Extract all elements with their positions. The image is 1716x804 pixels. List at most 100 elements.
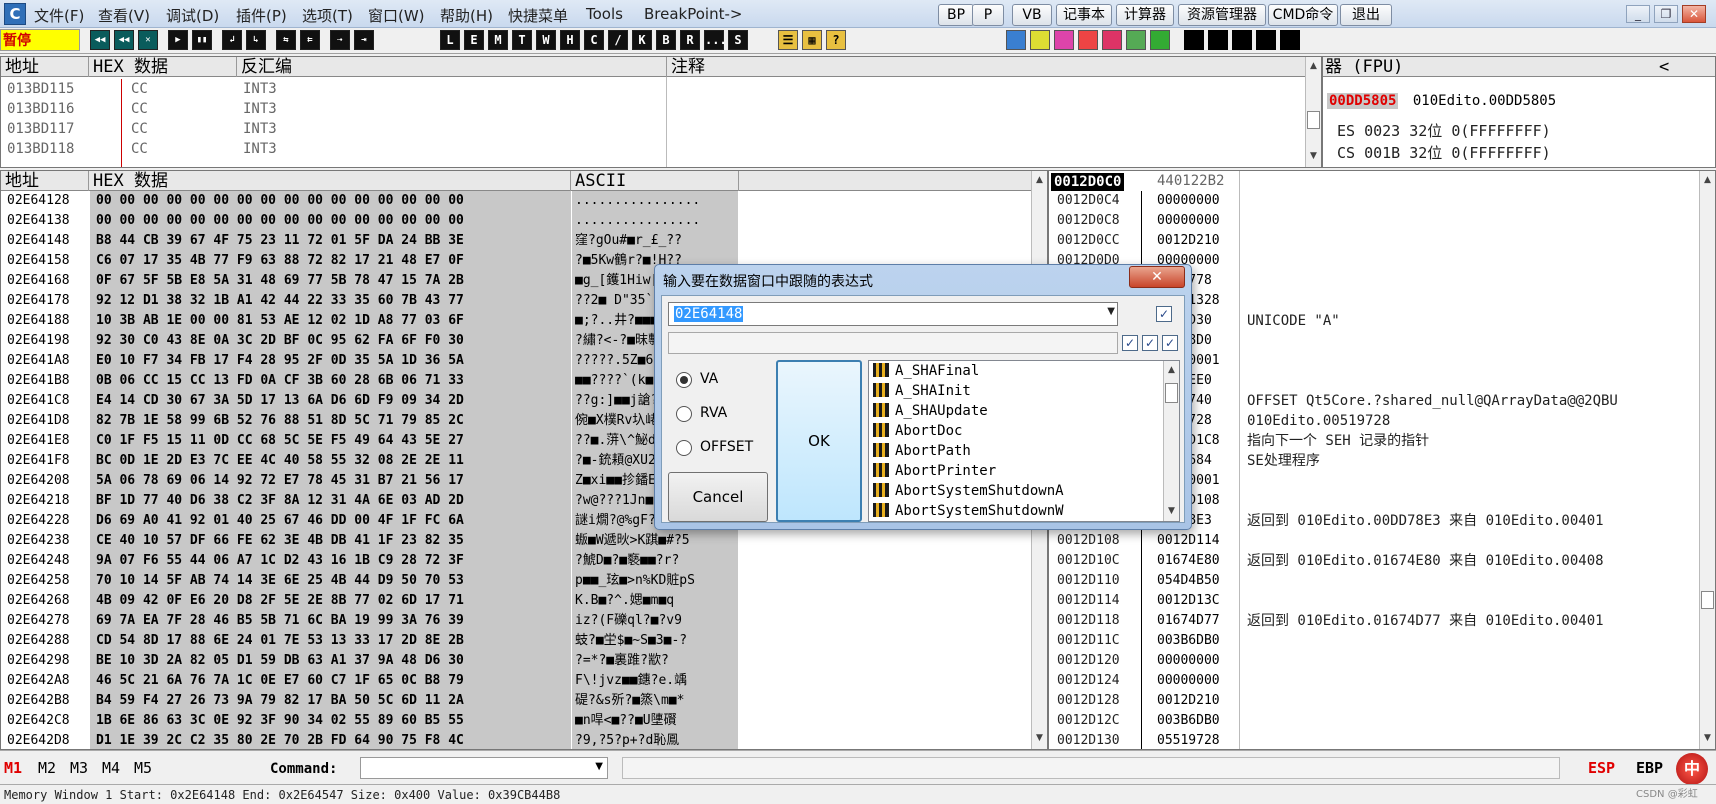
symbol-list-item[interactable]: AbortSystemShutdownW [873,501,1064,521]
calculator-button[interactable]: 计算器 [1116,4,1174,26]
symbol-list-item[interactable]: AbortDoc [873,421,962,441]
disasm-address[interactable]: 013BD116 [7,99,74,119]
notepad-button[interactable]: 记事本 [1056,4,1112,26]
disasm-instruction[interactable]: INT3 [243,79,277,99]
dump-ascii[interactable]: 窪?gOu#■r_£_?? [575,231,737,251]
dump-hex[interactable]: D6 69 A0 41 92 01 40 25 67 46 DD 00 4F 1… [96,511,464,531]
dump-address[interactable]: 02E64128 [7,191,70,211]
stack-value[interactable]: 054D4B50 [1157,571,1220,591]
expression-value[interactable]: 02E64148 [674,306,744,322]
radio-offset-label[interactable]: OFFSET [700,439,753,455]
stack-value[interactable]: 00000000 [1157,651,1220,671]
dump-address[interactable]: 02E641D8 [7,411,70,431]
dump-address[interactable]: 02E642C8 [7,711,70,731]
dump-ascii[interactable]: F\!jvz■■鏸?e.竬 [575,671,737,691]
symbol-list-item[interactable]: AbortPath [873,441,971,461]
col-comment[interactable]: 注释 [667,57,1307,77]
dump-hex[interactable]: 1B 6E 86 63 3C 0E 92 3F 90 34 02 55 89 6… [96,711,464,731]
dump-hex[interactable]: CE 40 10 57 DF 66 FE 62 3E 4B DB 41 1F 2… [96,531,464,551]
stack-value[interactable]: 01674E80 [1157,551,1220,571]
stack-value[interactable]: 00000000 [1157,211,1220,231]
toolbar-step-icon[interactable]: ▶ [168,30,188,50]
tab-m5[interactable]: M5 [134,759,152,777]
toolbar-step-icon[interactable]: ↳ [246,30,266,50]
menu-window[interactable]: 窗口(W) [368,5,425,26]
dump-address[interactable]: 02E64248 [7,551,70,571]
stack-value[interactable]: 0012D210 [1157,691,1220,711]
dump-address[interactable]: 02E64138 [7,211,70,231]
dump-hex[interactable]: 92 12 D1 38 32 1B A1 42 44 22 33 35 60 7… [96,291,464,311]
toolbar-window-7-icon[interactable]: / [608,30,628,50]
symbol-list-scrollbar[interactable]: ▲ ▼ [1163,361,1179,521]
dump-scroll-up-icon[interactable]: ▲ [1032,173,1047,188]
toolbar-window-8-icon[interactable]: K [632,30,652,50]
col-disasm[interactable]: 反汇编 [237,57,667,77]
stack-scroll-up-icon[interactable]: ▲ [1700,173,1715,188]
explorer-button[interactable]: 资源管理器 [1178,4,1266,26]
dump-hex[interactable]: C0 1F F5 15 11 0D CC 68 5C 5E F5 49 64 4… [96,431,464,451]
dump-hex[interactable]: 9A 07 F6 55 44 06 A7 1C D2 43 16 1B C9 2… [96,551,464,571]
disasm-address[interactable]: 013BD115 [7,79,74,99]
toolbar-step-icon[interactable]: ⇇ [300,30,320,50]
exit-button[interactable]: 退出 [1340,4,1392,26]
toolbar-plugin-icon[interactable] [1006,30,1026,50]
dump-address[interactable]: 02E64168 [7,271,70,291]
radio-rva[interactable] [676,406,692,422]
tab-m4[interactable]: M4 [102,759,120,777]
radio-va[interactable] [676,372,692,388]
stack-value[interactable]: 0012D13C [1157,591,1220,611]
stack-value[interactable]: 00000000 [1157,191,1220,211]
restore-button[interactable]: ❐ [1654,5,1678,23]
stack-top-addr[interactable]: 0012D0C0 [1051,173,1125,191]
symbol-list-item[interactable]: A_SHAUpdate [873,401,988,421]
stack-top-value[interactable]: 440122B2 [1157,171,1224,191]
disassembly-pane[interactable]: 地址 HEX 数据 反汇编 注释 013BD115 CC INT3 013BD116 C… [0,56,1322,168]
stack-scroll-thumb[interactable] [1701,591,1714,609]
menu-shortcut[interactable]: 快捷菜单 [508,5,568,26]
stack-value[interactable]: 003B6DB0 [1157,711,1220,731]
disasm-instruction[interactable]: INT3 [243,99,277,119]
cancel-button[interactable]: Cancel [668,472,768,522]
disasm-instruction[interactable]: INT3 [243,119,277,139]
secondary-expression-field[interactable] [668,332,1118,354]
p-button[interactable]: P [972,4,1004,26]
toolbar-window-1-icon[interactable]: E [464,30,484,50]
stack-address[interactable]: 0012D108 [1057,531,1120,551]
dump-hex[interactable]: E0 10 F7 34 FB 17 F4 28 95 2F 0D 35 5A 1… [96,351,464,371]
dump-address[interactable]: 02E64148 [7,231,70,251]
dump-hex[interactable]: 10 3B AB 1E 00 00 81 53 AE 12 02 1D A8 7… [96,311,464,331]
toolbar-window-2-icon[interactable]: M [488,30,508,50]
menu-view[interactable]: 查看(V) [98,5,150,26]
stack-address[interactable]: 0012D0C4 [1057,191,1120,211]
menu-plugins[interactable]: 插件(P) [236,5,287,26]
dump-ascii[interactable]: 碮?&s歽?■篜\m■* [575,691,737,711]
dump-col-ascii[interactable]: ASCII [571,171,739,191]
stack-scroll-down-icon[interactable]: ▼ [1700,731,1715,746]
app-icon[interactable]: C [4,3,26,25]
stack-address[interactable]: 0012D0CC [1057,231,1120,251]
tab-m2[interactable]: M2 [38,759,56,777]
dump-address[interactable]: 02E64178 [7,291,70,311]
dump-address[interactable]: 02E642D8 [7,731,70,749]
disasm-hex[interactable]: CC [131,79,148,99]
toolbar-plugin-icon[interactable] [1150,30,1170,50]
stack-address[interactable]: 0012D128 [1057,691,1120,711]
tab-m1[interactable]: M1 [4,759,22,777]
col-address[interactable]: 地址 [1,57,89,77]
list-scroll-down-icon[interactable]: ▼ [1164,504,1179,519]
vb-button[interactable]: VB [1012,4,1052,26]
ok-button[interactable]: OK [776,360,862,522]
dump-address[interactable]: 02E64218 [7,491,70,511]
option-checkbox-3[interactable]: ✓ [1162,335,1178,351]
seg-row-es[interactable]: ES 0023 32位 0(FFFFFFFF) [1337,121,1551,141]
dump-address[interactable]: 02E64238 [7,531,70,551]
disasm-address[interactable]: 013BD118 [7,139,74,159]
stack-address[interactable]: 0012D110 [1057,571,1120,591]
dump-address[interactable]: 02E642A8 [7,671,70,691]
dump-ascii[interactable]: iz?(F礫ql?■?v9 [575,611,737,631]
dump-hex[interactable]: 0B 06 CC 15 CC 13 FD 0A CF 3B 60 28 6B 0… [96,371,464,391]
close-window-button[interactable]: ✕ [1682,5,1706,23]
dump-ascii[interactable]: ?9,?5?p+?d恥鳯 [575,731,737,749]
dump-hex[interactable]: 69 7A EA 7F 28 46 B5 5B 71 6C BA 19 99 3… [96,611,464,631]
stack-address[interactable]: 0012D12C [1057,711,1120,731]
